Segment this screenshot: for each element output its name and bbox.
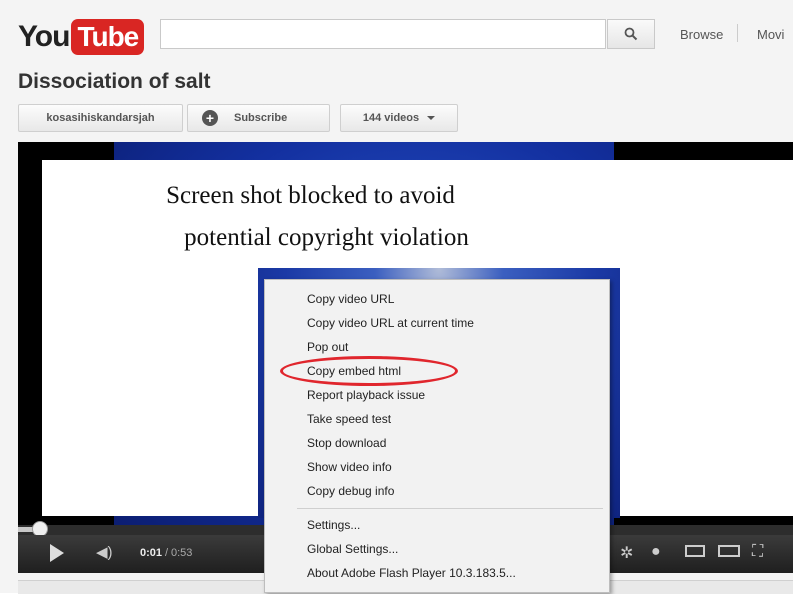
search-button[interactable] bbox=[607, 19, 655, 49]
menu-item-pop-out[interactable]: Pop out bbox=[307, 340, 348, 354]
videos-dropdown[interactable]: 144 videos bbox=[340, 104, 458, 132]
play-icon[interactable] bbox=[50, 544, 64, 562]
logo-tube-text: Tube bbox=[71, 19, 145, 55]
time-separator: / bbox=[165, 547, 169, 559]
menu-item-settings[interactable]: Settings... bbox=[307, 518, 360, 532]
menu-item-copy-debug-info[interactable]: Copy debug info bbox=[307, 484, 394, 498]
highlight-ellipse bbox=[280, 356, 458, 386]
videos-count-label: 144 videos bbox=[362, 112, 420, 124]
quality-icon[interactable]: ● bbox=[651, 543, 661, 561]
channel-name: kosasihiskandarsjah bbox=[46, 112, 155, 124]
subscribe-button[interactable]: + Subscribe bbox=[187, 104, 330, 132]
youtube-logo[interactable]: You Tube bbox=[18, 18, 145, 56]
nav-browse-link[interactable]: Browse bbox=[680, 27, 723, 42]
blocked-notice-line-2: potential copyright violation bbox=[184, 224, 469, 251]
search-input[interactable] bbox=[160, 19, 606, 49]
youtube-page: You Tube Browse Movi Dissociation of sal… bbox=[0, 0, 793, 594]
menu-item-copy-url-current-time[interactable]: Copy video URL at current time bbox=[307, 316, 474, 330]
duration: 0:53 bbox=[171, 547, 193, 559]
plus-icon: + bbox=[202, 110, 218, 126]
nav-movies-link[interactable]: Movi bbox=[757, 27, 784, 42]
channel-button[interactable]: kosasihiskandarsjah bbox=[18, 104, 183, 132]
settings-gear-icon[interactable]: ✲ bbox=[620, 543, 633, 563]
flash-context-menu: Copy video URL Copy video URL at current… bbox=[264, 279, 610, 593]
nav-divider bbox=[737, 24, 738, 42]
menu-item-take-speed-test[interactable]: Take speed test bbox=[307, 412, 391, 426]
blocked-notice-line-1: Screen shot blocked to avoid bbox=[166, 182, 455, 209]
small-player-icon[interactable] bbox=[685, 545, 705, 557]
current-time: 0:01 bbox=[140, 547, 163, 559]
menu-item-about-flash[interactable]: About Adobe Flash Player 10.3.183.5... bbox=[307, 566, 516, 580]
chevron-down-icon bbox=[427, 116, 436, 120]
logo-you-text: You bbox=[18, 20, 70, 53]
menu-item-show-video-info[interactable]: Show video info bbox=[307, 460, 392, 474]
menu-item-stop-download[interactable]: Stop download bbox=[307, 436, 386, 450]
search-icon bbox=[624, 27, 638, 41]
menu-item-report-playback[interactable]: Report playback issue bbox=[307, 388, 425, 402]
fullscreen-icon[interactable]: ⛶ bbox=[752, 543, 763, 561]
menu-separator bbox=[297, 508, 603, 509]
video-title: Dissociation of salt bbox=[18, 70, 211, 93]
subscribe-label: Subscribe bbox=[234, 112, 288, 124]
menu-item-copy-video-url[interactable]: Copy video URL bbox=[307, 292, 394, 306]
menu-item-global-settings[interactable]: Global Settings... bbox=[307, 542, 398, 556]
large-player-icon[interactable] bbox=[718, 545, 740, 557]
volume-icon[interactable]: ◀) bbox=[96, 543, 113, 561]
